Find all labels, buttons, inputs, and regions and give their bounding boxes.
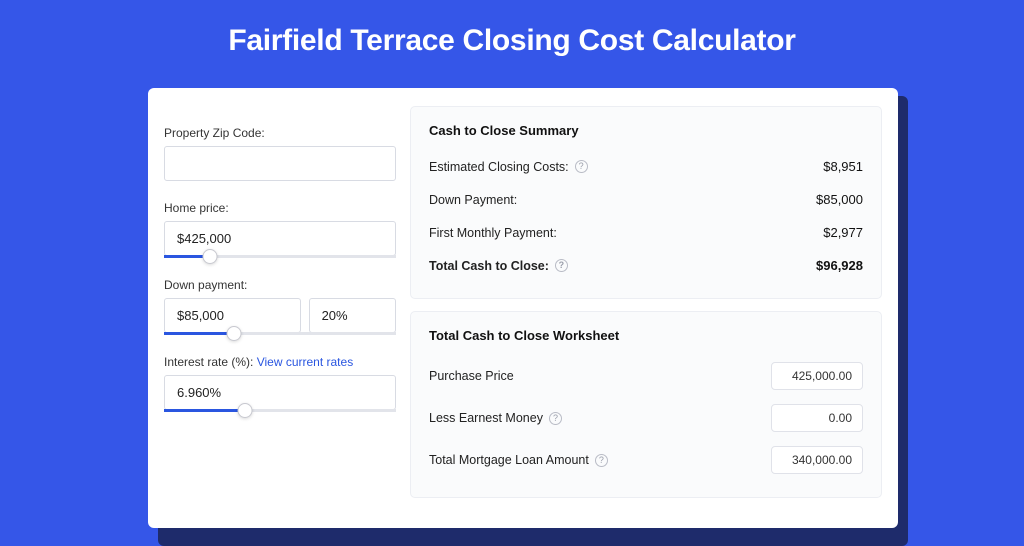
interest-field-group: Interest rate (%): View current rates xyxy=(164,355,396,412)
earnest-money-input[interactable] xyxy=(771,404,863,432)
worksheet-title: Total Cash to Close Worksheet xyxy=(429,328,863,343)
interest-input[interactable] xyxy=(164,375,396,410)
home-price-label: Home price: xyxy=(164,201,396,215)
down-payment-pct-input[interactable] xyxy=(309,298,396,333)
summary-section: Cash to Close Summary Estimated Closing … xyxy=(410,106,882,299)
total-value: $96,928 xyxy=(816,258,863,273)
row-value: $8,951 xyxy=(823,159,863,174)
slider-thumb[interactable] xyxy=(203,249,218,264)
worksheet-label: Purchase Price xyxy=(429,369,514,383)
slider-fill xyxy=(164,409,245,412)
zip-label: Property Zip Code: xyxy=(164,126,396,140)
purchase-price-input[interactable] xyxy=(771,362,863,390)
worksheet-label-text: Total Mortgage Loan Amount xyxy=(429,453,589,467)
summary-row: Estimated Closing Costs: ? $8,951 xyxy=(429,150,863,183)
row-label: First Monthly Payment: xyxy=(429,226,557,240)
row-value: $2,977 xyxy=(823,225,863,240)
interest-label: Interest rate (%): View current rates xyxy=(164,355,396,369)
zip-field-group: Property Zip Code: xyxy=(164,126,396,181)
slider-thumb[interactable] xyxy=(238,403,253,418)
summary-total-row: Total Cash to Close: ? $96,928 xyxy=(429,249,863,282)
page-title: Fairfield Terrace Closing Cost Calculato… xyxy=(0,0,1024,80)
slider-thumb[interactable] xyxy=(226,326,241,341)
interest-slider[interactable] xyxy=(164,409,396,412)
home-price-input[interactable] xyxy=(164,221,396,256)
help-icon[interactable]: ? xyxy=(595,454,608,467)
row-label-text: Down Payment: xyxy=(429,193,517,207)
view-rates-link[interactable]: View current rates xyxy=(257,355,354,369)
slider-fill xyxy=(164,332,234,335)
help-icon[interactable]: ? xyxy=(575,160,588,173)
row-label: Estimated Closing Costs: ? xyxy=(429,160,588,174)
home-price-field-group: Home price: xyxy=(164,201,396,258)
worksheet-row: Total Mortgage Loan Amount ? xyxy=(429,439,863,481)
home-price-slider[interactable] xyxy=(164,255,396,258)
help-icon[interactable]: ? xyxy=(555,259,568,272)
mortgage-amount-input[interactable] xyxy=(771,446,863,474)
down-payment-slider[interactable] xyxy=(164,332,396,335)
help-icon[interactable]: ? xyxy=(549,412,562,425)
worksheet-label-text: Less Earnest Money xyxy=(429,411,543,425)
down-payment-row xyxy=(164,298,396,333)
worksheet-row: Purchase Price xyxy=(429,355,863,397)
total-label-text: Total Cash to Close: xyxy=(429,259,549,273)
row-label-text: First Monthly Payment: xyxy=(429,226,557,240)
row-label-text: Estimated Closing Costs: xyxy=(429,160,569,174)
zip-input[interactable] xyxy=(164,146,396,181)
interest-label-text: Interest rate (%): xyxy=(164,355,257,369)
summary-row: First Monthly Payment: $2,977 xyxy=(429,216,863,249)
calculator-card: Property Zip Code: Home price: Down paym… xyxy=(148,88,898,528)
results-main: Cash to Close Summary Estimated Closing … xyxy=(410,106,882,510)
worksheet-label: Less Earnest Money ? xyxy=(429,411,562,425)
worksheet-label: Total Mortgage Loan Amount ? xyxy=(429,453,608,467)
down-payment-label: Down payment: xyxy=(164,278,396,292)
row-label: Down Payment: xyxy=(429,193,517,207)
down-payment-field-group: Down payment: xyxy=(164,278,396,335)
summary-row: Down Payment: $85,000 xyxy=(429,183,863,216)
row-value: $85,000 xyxy=(816,192,863,207)
input-sidebar: Property Zip Code: Home price: Down paym… xyxy=(164,106,396,510)
worksheet-label-text: Purchase Price xyxy=(429,369,514,383)
worksheet-row: Less Earnest Money ? xyxy=(429,397,863,439)
total-label: Total Cash to Close: ? xyxy=(429,259,568,273)
summary-title: Cash to Close Summary xyxy=(429,123,863,138)
worksheet-section: Total Cash to Close Worksheet Purchase P… xyxy=(410,311,882,498)
